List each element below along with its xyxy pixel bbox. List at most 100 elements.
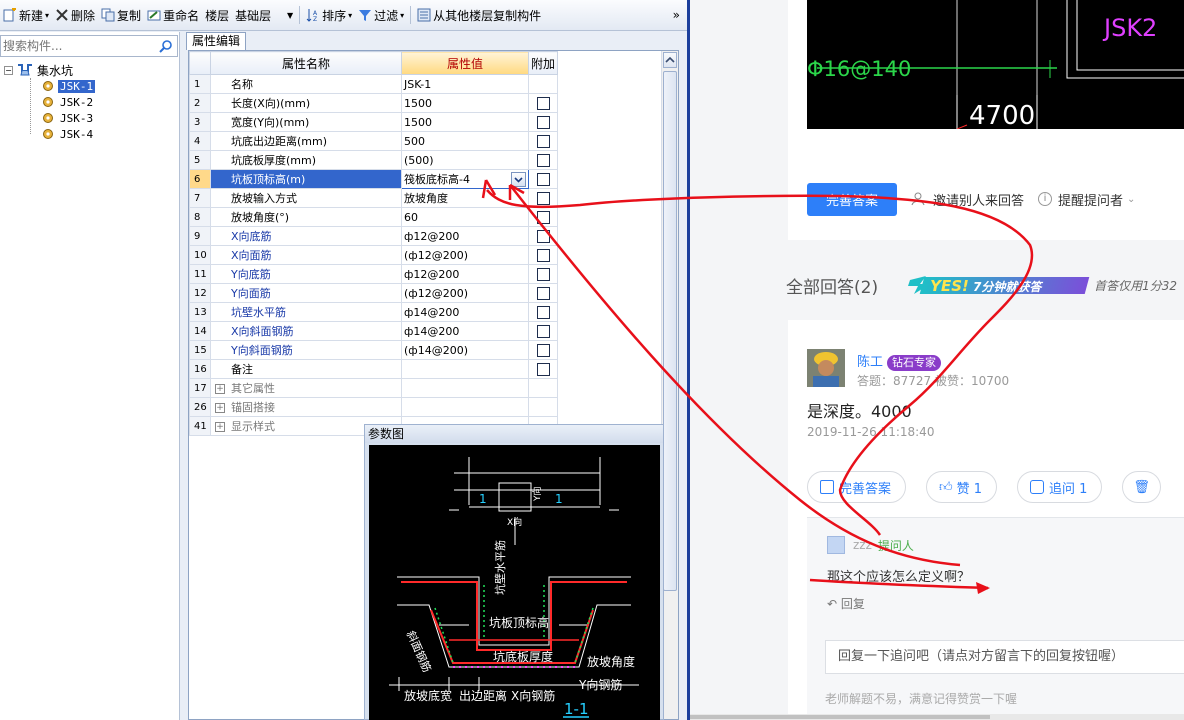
property-value-cell[interactable]: ф12@200 xyxy=(401,264,529,284)
edit-answer-button[interactable]: 完善答案 xyxy=(807,471,907,503)
answerer-name[interactable]: 陈工 钻石专家 xyxy=(857,351,942,371)
property-value-cell[interactable]: (ф14@200) xyxy=(401,340,529,360)
property-name-header[interactable]: 属性名称 xyxy=(210,51,402,75)
remind-asker-link[interactable]: i 提醒提问者 ⌄ xyxy=(1038,190,1135,209)
search-icon[interactable] xyxy=(159,39,173,53)
property-name-cell[interactable]: 长度(X向)(mm) xyxy=(210,93,402,113)
property-row[interactable]: 9 X向底筋 ф12@200 xyxy=(189,226,558,246)
horizontal-scrollbar[interactable] xyxy=(690,714,1184,720)
property-row[interactable]: 1 名称 JSK-1 xyxy=(189,74,558,94)
followup-button[interactable]: 追问 1 xyxy=(1017,471,1103,503)
property-value-cell[interactable] xyxy=(401,378,529,398)
expand-icon[interactable]: + xyxy=(215,403,225,413)
property-row[interactable]: 7 放坡输入方式 放坡角度 xyxy=(189,188,558,208)
property-value-cell[interactable] xyxy=(401,359,529,379)
sort-button[interactable]: AZ 排序 ▾ xyxy=(303,4,355,26)
property-name-cell[interactable]: Y向底筋 xyxy=(210,264,402,284)
property-row[interactable]: 26 + 锚固搭接 xyxy=(189,397,558,417)
property-value-cell[interactable]: 筏板底标高-4 xyxy=(401,169,529,189)
like-button[interactable]: 👍︎ 赞 1 xyxy=(926,471,998,503)
extra-checkbox[interactable] xyxy=(536,191,550,205)
extra-checkbox[interactable] xyxy=(536,229,550,243)
property-name-cell[interactable]: 坑底出边距离(mm) xyxy=(210,131,402,151)
property-value-cell[interactable] xyxy=(401,397,529,417)
property-row[interactable]: 10 X向面筋 (ф12@200) xyxy=(189,245,558,265)
property-value-cell[interactable]: 放坡角度 xyxy=(401,188,529,208)
extra-checkbox[interactable] xyxy=(536,210,550,224)
property-value-cell[interactable]: (ф12@200) xyxy=(401,283,529,303)
floor-select[interactable]: 基础层 ▼ xyxy=(232,5,296,25)
property-row[interactable]: 5 坑底板厚度(mm) (500) xyxy=(189,150,558,170)
property-row[interactable]: 4 坑底出边距离(mm) 500 xyxy=(189,131,558,151)
property-name-cell[interactable]: X向底筋 xyxy=(210,226,402,246)
avatar[interactable] xyxy=(807,349,845,387)
property-name-cell[interactable]: 备注 xyxy=(210,359,402,379)
property-name-cell[interactable]: + 其它属性 xyxy=(210,378,402,398)
property-value-cell[interactable]: JSK-1 xyxy=(401,74,529,94)
scrollbar-thumb[interactable] xyxy=(663,71,677,591)
component-search-input[interactable] xyxy=(1,36,151,56)
property-name-cell[interactable]: Y向面筋 xyxy=(210,283,402,303)
property-name-cell[interactable]: 放坡输入方式 xyxy=(210,188,402,208)
property-row[interactable]: 8 放坡角度(°) 60 xyxy=(189,207,558,227)
property-value-header[interactable]: 属性值 xyxy=(401,51,529,75)
expand-icon[interactable]: + xyxy=(215,422,225,432)
extra-checkbox[interactable] xyxy=(536,134,550,148)
property-name-cell[interactable]: X向斜面钢筋 xyxy=(210,321,402,341)
question-cad-image[interactable]: JSK2 Φ16@140 4700 xyxy=(807,0,1184,129)
property-row[interactable]: 14 X向斜面钢筋 ф14@200 xyxy=(189,321,558,341)
extra-checkbox[interactable] xyxy=(536,343,550,357)
property-value-cell[interactable]: 1500 xyxy=(401,112,529,132)
filter-button[interactable]: 过滤 ▾ xyxy=(355,4,407,26)
delete-answer-button[interactable]: 🗑︎ xyxy=(1122,471,1161,503)
scroll-up-button[interactable] xyxy=(663,52,677,68)
invite-answer-link[interactable]: 邀请别人来回答 xyxy=(911,190,1024,209)
extra-checkbox[interactable] xyxy=(536,172,550,186)
property-value-cell[interactable]: 1500 xyxy=(401,93,529,113)
followup-avatar[interactable] xyxy=(827,536,845,554)
extra-checkbox[interactable] xyxy=(536,324,550,338)
property-value-cell[interactable]: ф14@200 xyxy=(401,302,529,322)
property-row[interactable]: 15 Y向斜面钢筋 (ф14@200) xyxy=(189,340,558,360)
property-value-cell[interactable]: (ф12@200) xyxy=(401,245,529,265)
extra-header[interactable]: 附加 xyxy=(528,51,558,75)
property-value-cell[interactable]: 60 xyxy=(401,207,529,227)
property-name-cell[interactable]: 坑壁水平筋 xyxy=(210,302,402,322)
extra-checkbox[interactable] xyxy=(536,115,550,129)
property-name-cell[interactable]: Y向斜面钢筋 xyxy=(210,340,402,360)
property-row[interactable]: 16 备注 xyxy=(189,359,558,379)
tree-root-sump[interactable]: − 集水坑 xyxy=(4,62,95,78)
collapse-icon[interactable]: − xyxy=(4,65,13,75)
extra-checkbox[interactable] xyxy=(536,153,550,167)
property-name-cell[interactable]: 放坡角度(°) xyxy=(210,207,402,227)
property-name-cell[interactable]: X向面筋 xyxy=(210,245,402,265)
tree-item-jsk-1[interactable]: JSK-1 xyxy=(4,78,96,94)
tab-property-edit[interactable]: 属性编辑 xyxy=(186,32,247,50)
tree-item-jsk-4[interactable]: JSK-4 xyxy=(4,126,95,142)
expand-icon[interactable]: + xyxy=(215,384,225,394)
toolbar-overflow-button[interactable]: » xyxy=(670,4,683,26)
copy-from-floor-button[interactable]: 从其他楼层复制构件 xyxy=(414,4,544,26)
property-row[interactable]: 17 + 其它属性 xyxy=(189,378,558,398)
new-button[interactable]: 新建 ▾ xyxy=(0,4,52,26)
property-row[interactable]: 12 Y向面筋 (ф12@200) xyxy=(189,283,558,303)
tree-item-jsk-3[interactable]: JSK-3 xyxy=(4,110,95,126)
property-name-cell[interactable]: 坑板顶标高(m) xyxy=(210,169,402,189)
property-name-cell[interactable]: + 锚固搭接 xyxy=(210,397,402,417)
extra-checkbox[interactable] xyxy=(536,362,550,376)
property-row[interactable]: 3 宽度(Y向)(mm) 1500 xyxy=(189,112,558,132)
property-value-cell[interactable]: (500) xyxy=(401,150,529,170)
tree-item-jsk-2[interactable]: JSK-2 xyxy=(4,94,95,110)
property-value-cell[interactable]: ф12@200 xyxy=(401,226,529,246)
extra-checkbox[interactable] xyxy=(536,286,550,300)
property-row[interactable]: 6 坑板顶标高(m) 筏板底标高-4 xyxy=(189,169,558,189)
copy-button[interactable]: 复制 xyxy=(98,4,144,26)
extra-checkbox[interactable] xyxy=(536,96,550,110)
extra-checkbox[interactable] xyxy=(536,267,550,281)
reply-input[interactable]: 回复一下追问吧（请点对方留言下的回复按钮喔） xyxy=(825,640,1184,674)
perfect-answer-button[interactable]: 完善答案 xyxy=(807,182,897,216)
delete-button[interactable]: 删除 xyxy=(52,4,98,26)
property-value-cell[interactable]: 500 xyxy=(401,131,529,151)
property-row[interactable]: 11 Y向底筋 ф12@200 xyxy=(189,264,558,284)
property-value-cell[interactable]: ф14@200 xyxy=(401,321,529,341)
